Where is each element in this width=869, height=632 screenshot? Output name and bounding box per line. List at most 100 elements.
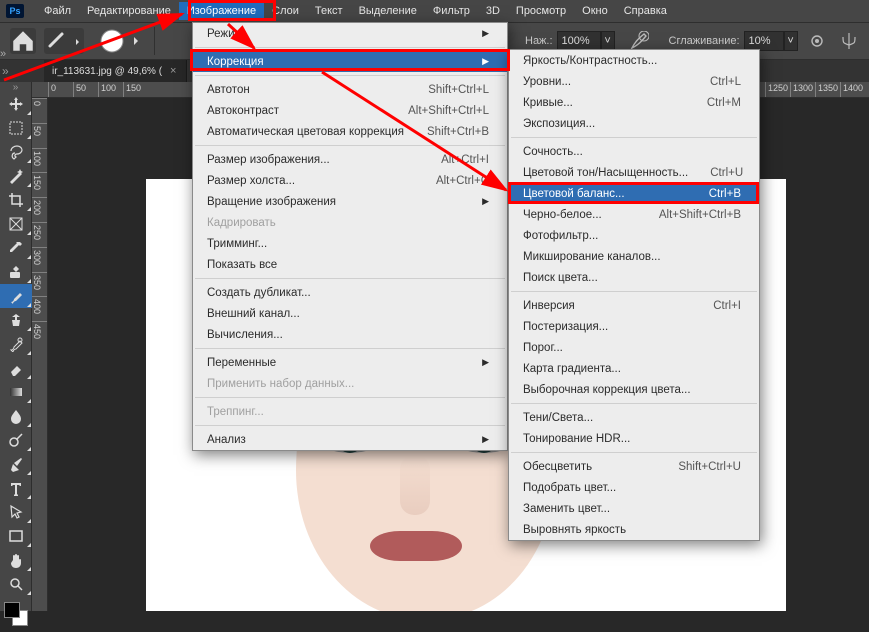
- menu-item[interactable]: Выборочная коррекция цвета...: [509, 379, 759, 400]
- menu-слои[interactable]: Слои: [264, 2, 307, 20]
- tool-frame[interactable]: [0, 212, 32, 236]
- smoothing-gear-icon[interactable]: [808, 32, 826, 50]
- close-tab-icon[interactable]: ×: [170, 65, 176, 77]
- tool-brush[interactable]: [0, 284, 32, 308]
- menu-item[interactable]: Анализ▶: [193, 429, 507, 450]
- pressure-pen-icon[interactable]: [629, 31, 649, 51]
- menu-выделение[interactable]: Выделение: [351, 2, 425, 20]
- tool-move[interactable]: [0, 92, 32, 116]
- menu-item[interactable]: Размер изображения...Alt+Ctrl+I: [193, 149, 507, 170]
- menu-item[interactable]: Сочность...: [509, 141, 759, 162]
- document-tab-title: ir_113631.jpg @ 49,6% (: [52, 66, 162, 77]
- optionsbar-grip[interactable]: »: [0, 44, 8, 64]
- menu-фильтр[interactable]: Фильтр: [425, 2, 478, 20]
- ruler-tick: 200: [32, 197, 48, 215]
- color-swatches[interactable]: [0, 600, 32, 632]
- menu-item[interactable]: Тримминг...: [193, 233, 507, 254]
- brush-preview[interactable]: [94, 24, 140, 58]
- pressure-field[interactable]: 100%: [557, 31, 601, 51]
- menu-item[interactable]: Поиск цвета...: [509, 267, 759, 288]
- home-button[interactable]: [10, 28, 36, 54]
- symmetry-icon[interactable]: [840, 32, 858, 50]
- menu-окно[interactable]: Окно: [574, 2, 616, 20]
- tool-rect-marquee[interactable]: [0, 116, 32, 140]
- tool-history-brush[interactable]: [0, 332, 32, 356]
- menu-item[interactable]: Подобрать цвет...: [509, 477, 759, 498]
- menu-item[interactable]: Тени/Света...: [509, 407, 759, 428]
- ruler-tick: 1300: [790, 82, 813, 98]
- tool-blur[interactable]: [0, 404, 32, 428]
- menu-item[interactable]: Яркость/Контрастность...: [509, 50, 759, 71]
- menu-текст[interactable]: Текст: [307, 2, 351, 20]
- ruler-tick: 100: [32, 148, 48, 166]
- tool-eraser[interactable]: [0, 356, 32, 380]
- menu-item: Треппинг...: [193, 401, 507, 422]
- toolbar-grip[interactable]: »: [0, 82, 31, 92]
- menu-item[interactable]: АвтоконтрастAlt+Shift+Ctrl+L: [193, 100, 507, 121]
- menu-item[interactable]: ИнверсияCtrl+I: [509, 295, 759, 316]
- menu-item[interactable]: Фотофильтр...: [509, 225, 759, 246]
- tool-gradient[interactable]: [0, 380, 32, 404]
- menu-изображение[interactable]: Изображение: [179, 2, 264, 20]
- menu-item[interactable]: Черно-белое...Alt+Shift+Ctrl+B: [509, 204, 759, 225]
- menu-separator: [195, 348, 505, 349]
- smoothing-dropdown-icon[interactable]: ˅: [784, 31, 798, 51]
- menu-item[interactable]: Размер холста...Alt+Ctrl+C: [193, 170, 507, 191]
- menu-item[interactable]: Автоматическая цветовая коррекцияShift+C…: [193, 121, 507, 142]
- tool-spot-heal[interactable]: [0, 260, 32, 284]
- menu-item[interactable]: Цветовой тон/Насыщенность...Ctrl+U: [509, 162, 759, 183]
- foreground-swatch[interactable]: [4, 602, 20, 618]
- tool-crop[interactable]: [0, 188, 32, 212]
- menu-item[interactable]: Заменить цвет...: [509, 498, 759, 519]
- tool-eyedropper[interactable]: [0, 236, 32, 260]
- tool-rectangle[interactable]: [0, 524, 32, 548]
- menu-item[interactable]: Вычисления...: [193, 324, 507, 345]
- menu-separator: [195, 278, 505, 279]
- menu-файл[interactable]: Файл: [36, 2, 79, 20]
- menu-item[interactable]: Переменные▶: [193, 352, 507, 373]
- menu-item[interactable]: Показать все: [193, 254, 507, 275]
- menu-item[interactable]: Кривые...Ctrl+M: [509, 92, 759, 113]
- menu-item[interactable]: Порог...: [509, 337, 759, 358]
- menu-item[interactable]: Уровни...Ctrl+L: [509, 71, 759, 92]
- menu-item[interactable]: Вращение изображения▶: [193, 191, 507, 212]
- menu-справка[interactable]: Справка: [616, 2, 675, 20]
- menu-просмотр[interactable]: Просмотр: [508, 2, 574, 20]
- menu-item[interactable]: Создать дубликат...: [193, 282, 507, 303]
- tool-dodge[interactable]: [0, 428, 32, 452]
- menu-item[interactable]: Постеризация...: [509, 316, 759, 337]
- menu-item[interactable]: Режим▶: [193, 23, 507, 44]
- menu-item[interactable]: Тонирование HDR...: [509, 428, 759, 449]
- tool-hand[interactable]: [0, 548, 32, 572]
- menu-item[interactable]: Экспозиция...: [509, 113, 759, 134]
- tool-type[interactable]: [0, 476, 32, 500]
- tool-lasso[interactable]: [0, 140, 32, 164]
- tool-preset-picker[interactable]: [44, 28, 84, 54]
- tool-path-select[interactable]: [0, 500, 32, 524]
- menu-item[interactable]: Коррекция▶: [193, 51, 507, 72]
- tool-pen[interactable]: [0, 452, 32, 476]
- menu-item[interactable]: Микширование каналов...: [509, 246, 759, 267]
- document-tab[interactable]: ir_113631.jpg @ 49,6% ( ×: [44, 60, 187, 82]
- adjustments-submenu: Яркость/Контрастность...Уровни...Ctrl+LК…: [508, 49, 760, 541]
- tool-clone[interactable]: [0, 308, 32, 332]
- tool-magic-wand[interactable]: [0, 164, 32, 188]
- menu-item[interactable]: АвтотонShift+Ctrl+L: [193, 79, 507, 100]
- menu-item[interactable]: Цветовой баланс...Ctrl+B: [509, 183, 759, 204]
- menu-item[interactable]: Карта градиента...: [509, 358, 759, 379]
- menu-item[interactable]: Внешний канал...: [193, 303, 507, 324]
- menu-separator: [511, 452, 757, 453]
- menu-редактирование[interactable]: Редактирование: [79, 2, 179, 20]
- ruler-tick: 1350: [815, 82, 838, 98]
- menu-item[interactable]: Выровнять яркость: [509, 519, 759, 540]
- ruler-tick: 0: [32, 98, 48, 106]
- ruler-tick: 1400: [840, 82, 863, 98]
- menu-item: Кадрировать: [193, 212, 507, 233]
- vertical-ruler[interactable]: 050100150200250300350400450: [32, 98, 48, 611]
- smoothing-field[interactable]: 10%: [744, 31, 784, 51]
- pressure-dropdown-icon[interactable]: ˅: [601, 31, 615, 51]
- menu-item[interactable]: ОбесцветитьShift+Ctrl+U: [509, 456, 759, 477]
- tool-zoom[interactable]: [0, 572, 32, 596]
- menu-3d[interactable]: 3D: [478, 2, 508, 20]
- menu-separator: [195, 47, 505, 48]
